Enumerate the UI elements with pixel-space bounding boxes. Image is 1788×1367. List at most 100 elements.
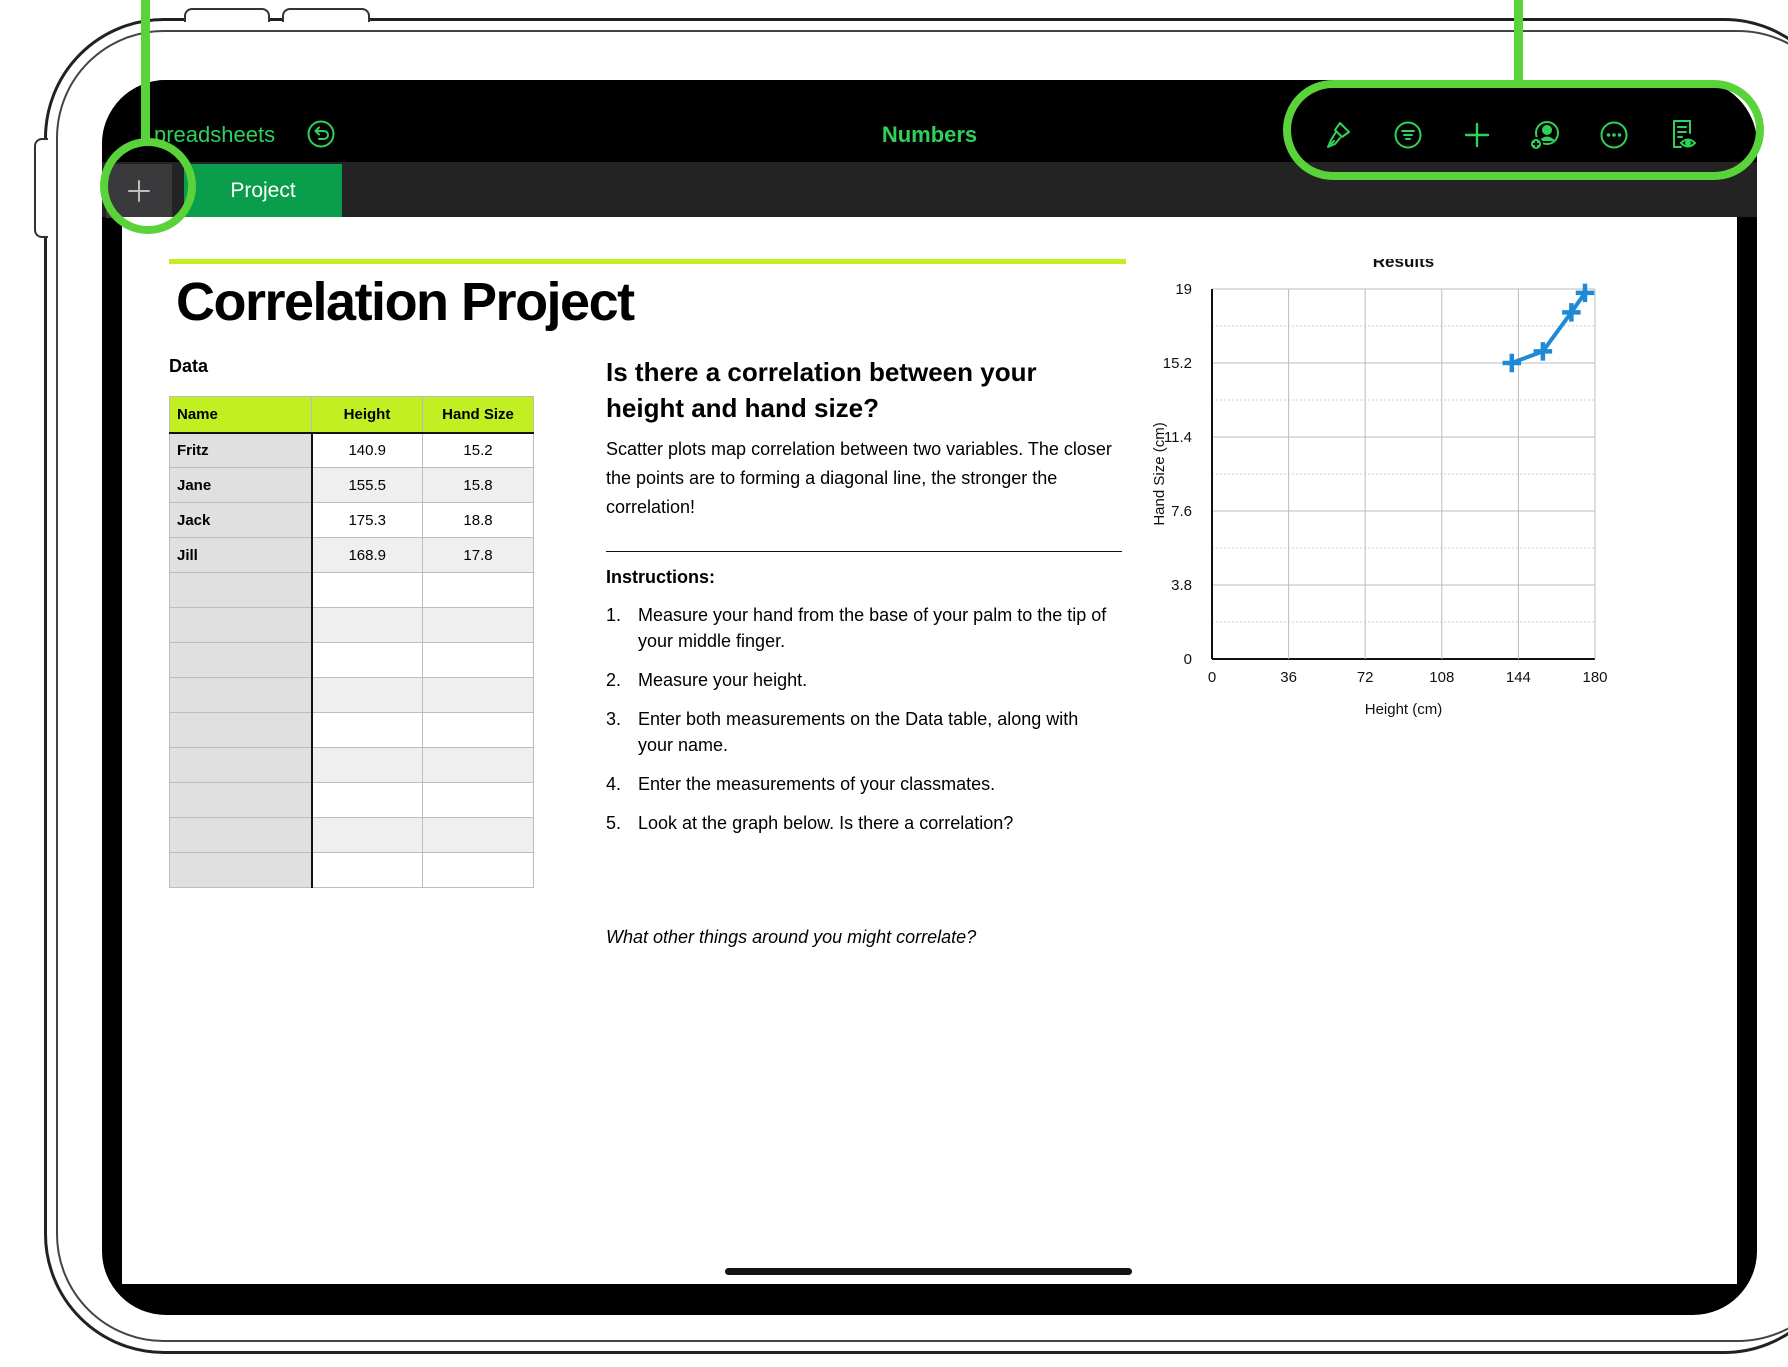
table-cell-name[interactable]: Jack bbox=[169, 502, 313, 538]
list-item: 3. Enter both measurements on the Data ta… bbox=[606, 706, 1116, 758]
y-tick-label: 0 bbox=[1184, 651, 1192, 668]
table-row[interactable]: Jane 155.5 15.8 bbox=[169, 467, 534, 503]
list-item: 5. Look at the graph below. Is there a co… bbox=[606, 810, 1116, 836]
table-cell-name[interactable] bbox=[169, 817, 313, 853]
y-axis-label: Hand Size (cm) bbox=[1152, 422, 1168, 525]
table-row[interactable] bbox=[169, 747, 534, 783]
callout-line bbox=[1514, 0, 1523, 82]
sheet-canvas: Correlation Project Data Name Height Han… bbox=[122, 217, 1737, 1284]
table-cell-hand-size[interactable] bbox=[422, 607, 534, 643]
table-cell-height[interactable] bbox=[311, 747, 423, 783]
x-axis-label: Height (cm) bbox=[1365, 701, 1443, 718]
step-text: Enter both measurements on the Data tabl… bbox=[638, 709, 1079, 755]
column-header-name[interactable]: Name bbox=[169, 396, 312, 434]
screen: preadsheets Numbers Project Correlation … bbox=[102, 80, 1757, 1315]
divider bbox=[606, 551, 1122, 552]
table-cell-hand-size[interactable]: 15.2 bbox=[422, 432, 534, 468]
table-cell-hand-size[interactable] bbox=[422, 572, 534, 608]
closing-question: What other things around you might corre… bbox=[606, 927, 977, 947]
table-row[interactable] bbox=[169, 642, 534, 678]
step-number: 1. bbox=[606, 605, 622, 625]
table-cell-name[interactable] bbox=[169, 712, 313, 748]
column-header-height[interactable]: Height bbox=[311, 396, 423, 434]
table-cell-hand-size[interactable]: 15.8 bbox=[422, 467, 534, 503]
step-number: 4. bbox=[606, 774, 622, 794]
table-row[interactable] bbox=[169, 677, 534, 713]
table-row[interactable]: Jack 175.3 18.8 bbox=[169, 502, 534, 538]
table-title: Data bbox=[169, 356, 209, 376]
x-tick-label: 72 bbox=[1357, 669, 1374, 686]
step-number: 3. bbox=[606, 709, 622, 729]
data-table[interactable]: Name Height Hand Size Fritz 140.9 15.2 Jane… bbox=[169, 396, 534, 888]
tab-project[interactable]: Project bbox=[184, 164, 342, 217]
table-cell-name[interactable] bbox=[169, 677, 313, 713]
instructions-list: 1. Measure your hand from the base of you… bbox=[606, 602, 1116, 849]
step-text: Look at the graph below. Is there a corr… bbox=[638, 813, 1014, 833]
table-cell-height[interactable]: 140.9 bbox=[311, 432, 423, 468]
table-cell-height[interactable]: 175.3 bbox=[311, 502, 423, 538]
description-text: Scatter plots map correlation between tw… bbox=[606, 439, 1112, 517]
power-button bbox=[34, 138, 48, 238]
page-title: Correlation Project bbox=[176, 272, 635, 332]
home-indicator[interactable] bbox=[725, 1268, 1132, 1275]
data-point[interactable] bbox=[1502, 353, 1522, 373]
step-text: Enter the measurements of your classmate… bbox=[638, 774, 996, 794]
table-cell-height[interactable] bbox=[311, 817, 423, 853]
step-text: Measure your height. bbox=[638, 670, 808, 690]
volume-button bbox=[184, 8, 270, 22]
table-row[interactable] bbox=[169, 712, 534, 748]
table-row[interactable] bbox=[169, 782, 534, 818]
table-cell-name[interactable] bbox=[169, 782, 313, 818]
y-tick-label: 15.2 bbox=[1163, 355, 1192, 372]
table-cell-hand-size[interactable] bbox=[422, 712, 534, 748]
table-cell-hand-size[interactable] bbox=[422, 747, 534, 783]
table-cell-hand-size[interactable] bbox=[422, 852, 534, 888]
table-cell-name[interactable]: Jill bbox=[169, 537, 313, 573]
table-cell-name[interactable] bbox=[169, 642, 313, 678]
step-text: Measure your hand from the base of your … bbox=[638, 605, 1107, 651]
table-cell-height[interactable] bbox=[311, 607, 423, 643]
table-cell-height[interactable] bbox=[311, 642, 423, 678]
question-heading: Is there a correlation between your heig… bbox=[606, 357, 1037, 423]
y-tick-label: 3.8 bbox=[1171, 577, 1192, 594]
list-item: 4. Enter the measurements of your classma… bbox=[606, 771, 1116, 797]
x-tick-label: 36 bbox=[1280, 669, 1297, 686]
table-row[interactable] bbox=[169, 852, 534, 888]
table-cell-hand-size[interactable] bbox=[422, 782, 534, 818]
callout-ring-add-sheet bbox=[100, 138, 196, 234]
y-tick-label: 7.6 bbox=[1171, 503, 1192, 520]
table-cell-height[interactable] bbox=[311, 677, 423, 713]
table-cell-height[interactable]: 168.9 bbox=[311, 537, 423, 573]
table-cell-height[interactable] bbox=[311, 782, 423, 818]
table-cell-height[interactable]: 155.5 bbox=[311, 467, 423, 503]
table-cell-hand-size[interactable]: 17.8 bbox=[422, 537, 534, 573]
table-body: Fritz 140.9 15.2 Jane 155.5 15.8 Jack 175.3 18.8… bbox=[169, 432, 534, 888]
table-cell-hand-size[interactable]: 18.8 bbox=[422, 502, 534, 538]
table-cell-name[interactable] bbox=[169, 607, 313, 643]
chart-title: Results bbox=[1373, 259, 1434, 271]
table-cell-name[interactable] bbox=[169, 572, 313, 608]
table-cell-name[interactable] bbox=[169, 747, 313, 783]
table-cell-height[interactable] bbox=[311, 852, 423, 888]
table-cell-name[interactable]: Jane bbox=[169, 467, 313, 503]
table-cell-name[interactable] bbox=[169, 852, 313, 888]
table-row[interactable] bbox=[169, 607, 534, 643]
step-number: 2. bbox=[606, 670, 622, 690]
x-tick-label: 144 bbox=[1506, 669, 1531, 686]
table-cell-height[interactable] bbox=[311, 572, 423, 608]
callout-ring-toolbar bbox=[1283, 80, 1764, 180]
table-row[interactable] bbox=[169, 817, 534, 853]
column-header-hand-size[interactable]: Hand Size bbox=[422, 396, 534, 434]
table-cell-height[interactable] bbox=[311, 712, 423, 748]
table-row[interactable]: Fritz 140.9 15.2 bbox=[169, 432, 534, 468]
volume-button bbox=[282, 8, 370, 22]
title-rule bbox=[169, 259, 1126, 264]
scatter-chart[interactable]: 0 36 72 108 144 180 0 3.8 7.6 11.4 15.2 19 Results He… bbox=[1152, 259, 1732, 779]
table-cell-hand-size[interactable] bbox=[422, 677, 534, 713]
table-row[interactable]: Jill 168.9 17.8 bbox=[169, 537, 534, 573]
table-cell-hand-size[interactable] bbox=[422, 817, 534, 853]
callout-line bbox=[141, 0, 150, 140]
table-cell-name[interactable]: Fritz bbox=[169, 432, 313, 468]
table-cell-hand-size[interactable] bbox=[422, 642, 534, 678]
table-row[interactable] bbox=[169, 572, 534, 608]
